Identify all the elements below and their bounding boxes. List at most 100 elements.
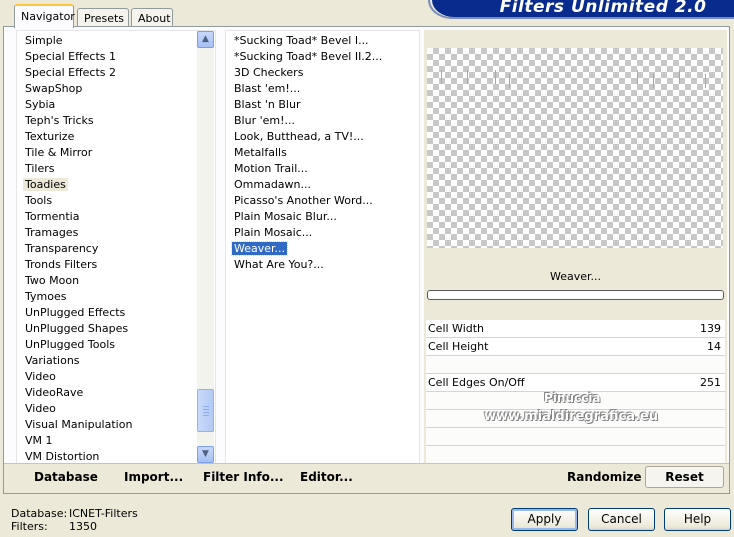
filter-item-label: Blast 'n Blur [234,98,301,111]
category-item-label: Tymoes [25,290,67,303]
category-item-label: Two Moon [25,274,80,287]
filter-item-label: Plain Mosaic... [234,226,313,239]
filter-item-label: Metalfalls [234,146,287,159]
database-button[interactable]: Database [34,470,98,484]
category-item-label: Special Effects 1 [25,50,117,63]
progress-bar [427,290,724,300]
category-item-label: Special Effects 2 [25,66,117,79]
category-item-label: Tile & Mirror [25,146,93,159]
filter-item[interactable]: Look, Butthead, a TV!... [226,129,419,145]
category-item-label: Sybia [25,98,56,111]
param-cell-edges[interactable]: Cell Edges On/Off 251 [426,374,725,392]
arrow-down-icon[interactable]: ▼ [197,446,214,463]
category-item[interactable]: Video [17,369,215,385]
editor-button[interactable]: Editor... [300,470,353,484]
category-item[interactable]: VideoRave [17,385,215,401]
category-item[interactable]: VM Distortion [17,449,215,463]
category-item[interactable]: Tilers [17,161,215,177]
category-item[interactable]: Tools [17,193,215,209]
apply-button[interactable]: Apply [511,508,578,531]
filter-item[interactable]: *Sucking Toad* Bevel I... [226,33,419,49]
category-item[interactable]: UnPlugged Tools [17,337,215,353]
filter-info-button[interactable]: Filter Info... [203,470,284,484]
category-item[interactable]: Tramages [17,225,215,241]
category-item-label: Video [25,402,56,415]
category-item-label: Video [25,370,56,383]
database-value: ICNET-Filters [69,507,138,520]
filter-item-label: Weaver... [230,241,289,256]
filter-item[interactable]: Weaver... [226,241,419,257]
category-item-label: Teph's Tricks [25,114,94,127]
reset-button[interactable]: Reset [645,466,724,488]
filter-item[interactable]: Plain Mosaic Blur... [226,209,419,225]
filter-item[interactable]: What Are You?... [226,257,419,273]
filter-item[interactable]: Blast 'em!... [226,81,419,97]
category-item-label: Tilers [25,162,55,175]
param-value: 251 [700,376,721,389]
category-item[interactable]: Tymoes [17,289,215,305]
category-item-label: VideoRave [25,386,84,399]
filter-item[interactable]: Picasso's Another Word... [226,193,419,209]
category-item[interactable]: SwapShop [17,81,215,97]
category-item[interactable]: Video [17,401,215,417]
filter-item[interactable]: Motion Trail... [226,161,419,177]
category-item[interactable]: Tile & Mirror [17,145,215,161]
category-item-label: Tronds Filters [25,258,98,271]
filter-item-label: *Sucking Toad* Bevel I... [234,34,369,47]
filters-label: Filters: [11,520,48,533]
category-item[interactable]: Visual Manipulation [17,417,215,433]
category-item[interactable]: Variations [17,353,215,369]
category-item[interactable]: Texturize [17,129,215,145]
arrow-up-icon[interactable]: ▲ [197,31,214,48]
category-item[interactable]: Transparency [17,241,215,257]
filter-item-label: Blur 'em!... [234,114,295,127]
param-label: Cell Height [428,340,489,353]
category-item[interactable]: Tormentia [17,209,215,225]
category-item[interactable]: Toadies [17,177,215,193]
category-item-label: Tramages [25,226,79,239]
category-item-label: Toadies [23,178,68,191]
filter-item[interactable]: *Sucking Toad* Bevel II.2... [226,49,419,65]
param-value: 139 [700,322,721,335]
category-item[interactable]: Simple [17,33,215,49]
param-cell-height[interactable]: Cell Height 14 [426,338,725,356]
category-item[interactable]: UnPlugged Shapes [17,321,215,337]
category-item[interactable]: Sybia [17,97,215,113]
filter-item-label: Ommadawn... [234,178,312,191]
filter-item-label: Plain Mosaic Blur... [234,210,337,223]
filter-item-label: Motion Trail... [234,162,308,175]
category-item[interactable]: Special Effects 1 [17,49,215,65]
param-empty [426,446,725,464]
category-item-label: SwapShop [25,82,83,95]
category-scrollbar[interactable]: ▲ ▼ [197,31,214,463]
category-item[interactable]: Teph's Tricks [17,113,215,129]
category-item[interactable]: VM 1 [17,433,215,449]
filter-item[interactable]: Metalfalls [226,145,419,161]
filter-item[interactable]: Blur 'em!... [226,113,419,129]
param-empty [426,356,725,374]
filter-item[interactable]: 3D Checkers [226,65,419,81]
category-item[interactable]: UnPlugged Effects [17,305,215,321]
filter-item[interactable]: Ommadawn... [226,177,419,193]
scrollbar-thumb[interactable] [197,389,214,432]
category-list[interactable]: Simple Special Effects 1 Special Effects 2… [16,30,216,464]
category-item-label: Texturize [25,130,75,143]
filter-item[interactable]: Blast 'n Blur [226,97,419,113]
help-button[interactable]: Help [664,508,731,531]
import-button[interactable]: Import... [124,470,183,484]
category-item-label: UnPlugged Tools [25,338,115,351]
category-item-label: VM Distortion [25,450,100,463]
param-cell-width[interactable]: Cell Width 139 [426,320,725,338]
cancel-button[interactable]: Cancel [588,508,655,531]
category-item[interactable]: Special Effects 2 [17,65,215,81]
filter-item[interactable]: Plain Mosaic... [226,225,419,241]
category-item[interactable]: Two Moon [17,273,215,289]
category-item-label: Variations [25,354,80,367]
filter-list[interactable]: *Sucking Toad* Bevel I... *Sucking Toad* … [225,30,420,464]
category-item-label: Tools [25,194,53,207]
filter-item-label: 3D Checkers [234,66,304,79]
category-item[interactable]: Tronds Filters [17,257,215,273]
param-empty [426,428,725,446]
randomize-button[interactable]: Randomize [567,470,641,484]
category-item-label: Visual Manipulation [25,418,133,431]
